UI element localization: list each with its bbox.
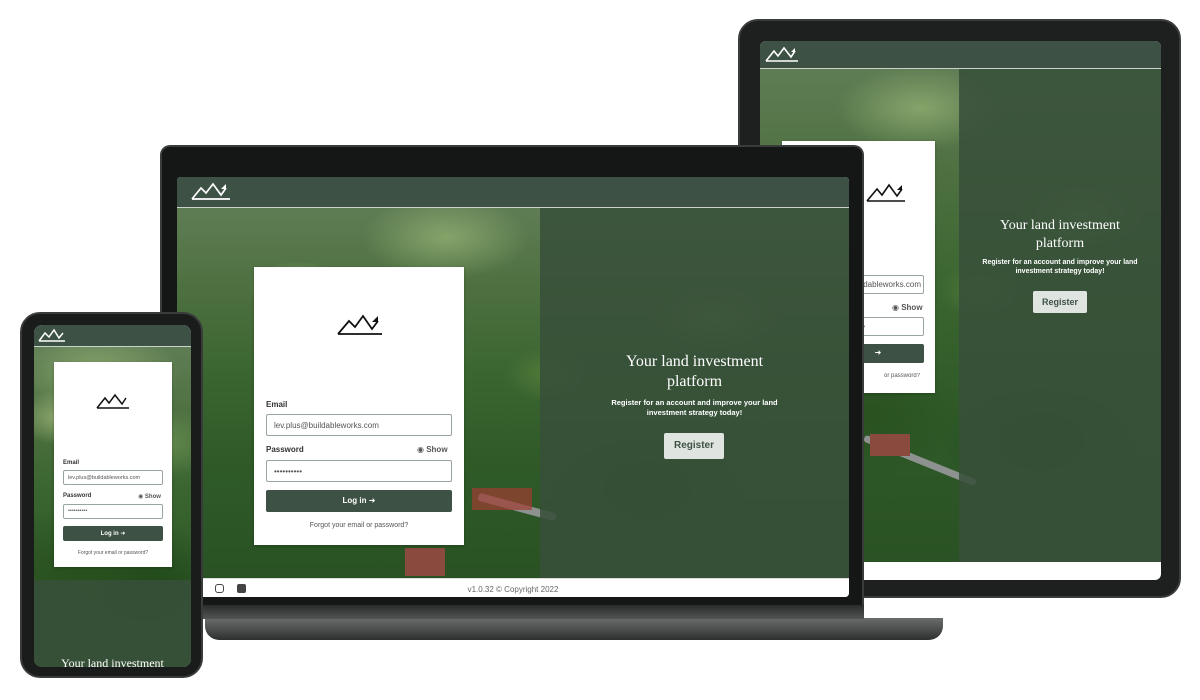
eye-icon: ◉: [417, 445, 427, 454]
laptop-screen: Email lev.plus@buildableworks.com Passwo…: [177, 177, 849, 597]
laptop-email-label: Email: [266, 400, 288, 409]
phone-email-input[interactable]: lev.plus@buildableworks.com: [63, 470, 163, 485]
laptop-base: [205, 618, 943, 640]
phone-show-toggle[interactable]: ◉ Show: [138, 493, 161, 500]
laptop-device: Email lev.plus@buildableworks.com Passwo…: [160, 145, 864, 618]
laptop-hero-panel: Your land investment platform Register f…: [540, 208, 849, 578]
eye-icon: ◉: [138, 494, 145, 500]
tablet-forgot-link[interactable]: or password?: [872, 373, 932, 379]
mountain-logo-icon[interactable]: [38, 328, 66, 343]
mountain-logo-icon: [96, 393, 129, 409]
laptop-password-label: Password: [266, 445, 304, 454]
phone-forgot-link[interactable]: Forgot your email or password?: [54, 550, 172, 556]
phone-login-button[interactable]: Log in ➜: [63, 526, 163, 541]
phone-hero-panel: Your land investment: [34, 580, 191, 667]
phone-password-input[interactable]: ••••••••••: [63, 504, 163, 519]
laptop-login-card: Email lev.plus@buildableworks.com Passwo…: [254, 267, 464, 545]
laptop-show-toggle[interactable]: ◉ Show: [417, 445, 448, 454]
laptop-login-button[interactable]: Log in ➜: [266, 490, 452, 512]
tablet-register-button[interactable]: Register: [1033, 291, 1087, 313]
phone-login-card: Email lev.plus@buildableworks.com Passwo…: [54, 362, 172, 567]
laptop-password-input[interactable]: ••••••••••: [266, 460, 452, 482]
roof: [405, 548, 445, 576]
sign-in-icon: ➜: [120, 531, 126, 537]
footer-version: v1.0.32 © Copyright 2022: [467, 585, 559, 594]
red-slope: [472, 488, 532, 510]
phone-password-label: Password: [63, 493, 92, 499]
mountain-logo-icon: [337, 314, 382, 335]
tablet-hero-subtitle: Register for an account and improve your…: [982, 259, 1138, 276]
laptop-email-input[interactable]: lev.plus@buildableworks.com: [266, 414, 452, 436]
phone-email-label: Email: [63, 460, 80, 466]
laptop-hero-subtitle: Register for an account and improve your…: [611, 398, 778, 418]
tablet-header: [760, 41, 1161, 69]
laptop-hero-title: Your land investment platform: [625, 353, 764, 390]
tablet-hero-panel: Your land investment platform Register f…: [959, 69, 1161, 562]
mountain-logo-icon[interactable]: [765, 45, 799, 63]
phone-header: [34, 325, 191, 347]
laptop-hinge: [160, 605, 864, 619]
phone-screen: Email lev.plus@buildableworks.com Passwo…: [34, 325, 191, 667]
laptop-header: [177, 177, 849, 208]
tablet-hero-title: Your land investment platform: [1000, 218, 1120, 251]
laptop-register-button[interactable]: Register: [664, 433, 724, 459]
eye-icon: ◉: [892, 303, 902, 312]
roof: [870, 434, 910, 456]
laptop-forgot-link[interactable]: Forgot your email or password?: [254, 522, 464, 529]
sign-in-icon: ➜: [368, 496, 376, 505]
phone-hero-title: Your land investment: [61, 656, 164, 667]
mountain-logo-icon: [866, 183, 905, 202]
mountain-logo-icon[interactable]: [191, 181, 231, 201]
tablet-show-toggle[interactable]: ◉ Show: [892, 303, 923, 312]
laptop-footer: v1.0.32 © Copyright 2022: [177, 578, 849, 597]
phone-device: Email lev.plus@buildableworks.com Passwo…: [20, 312, 203, 678]
